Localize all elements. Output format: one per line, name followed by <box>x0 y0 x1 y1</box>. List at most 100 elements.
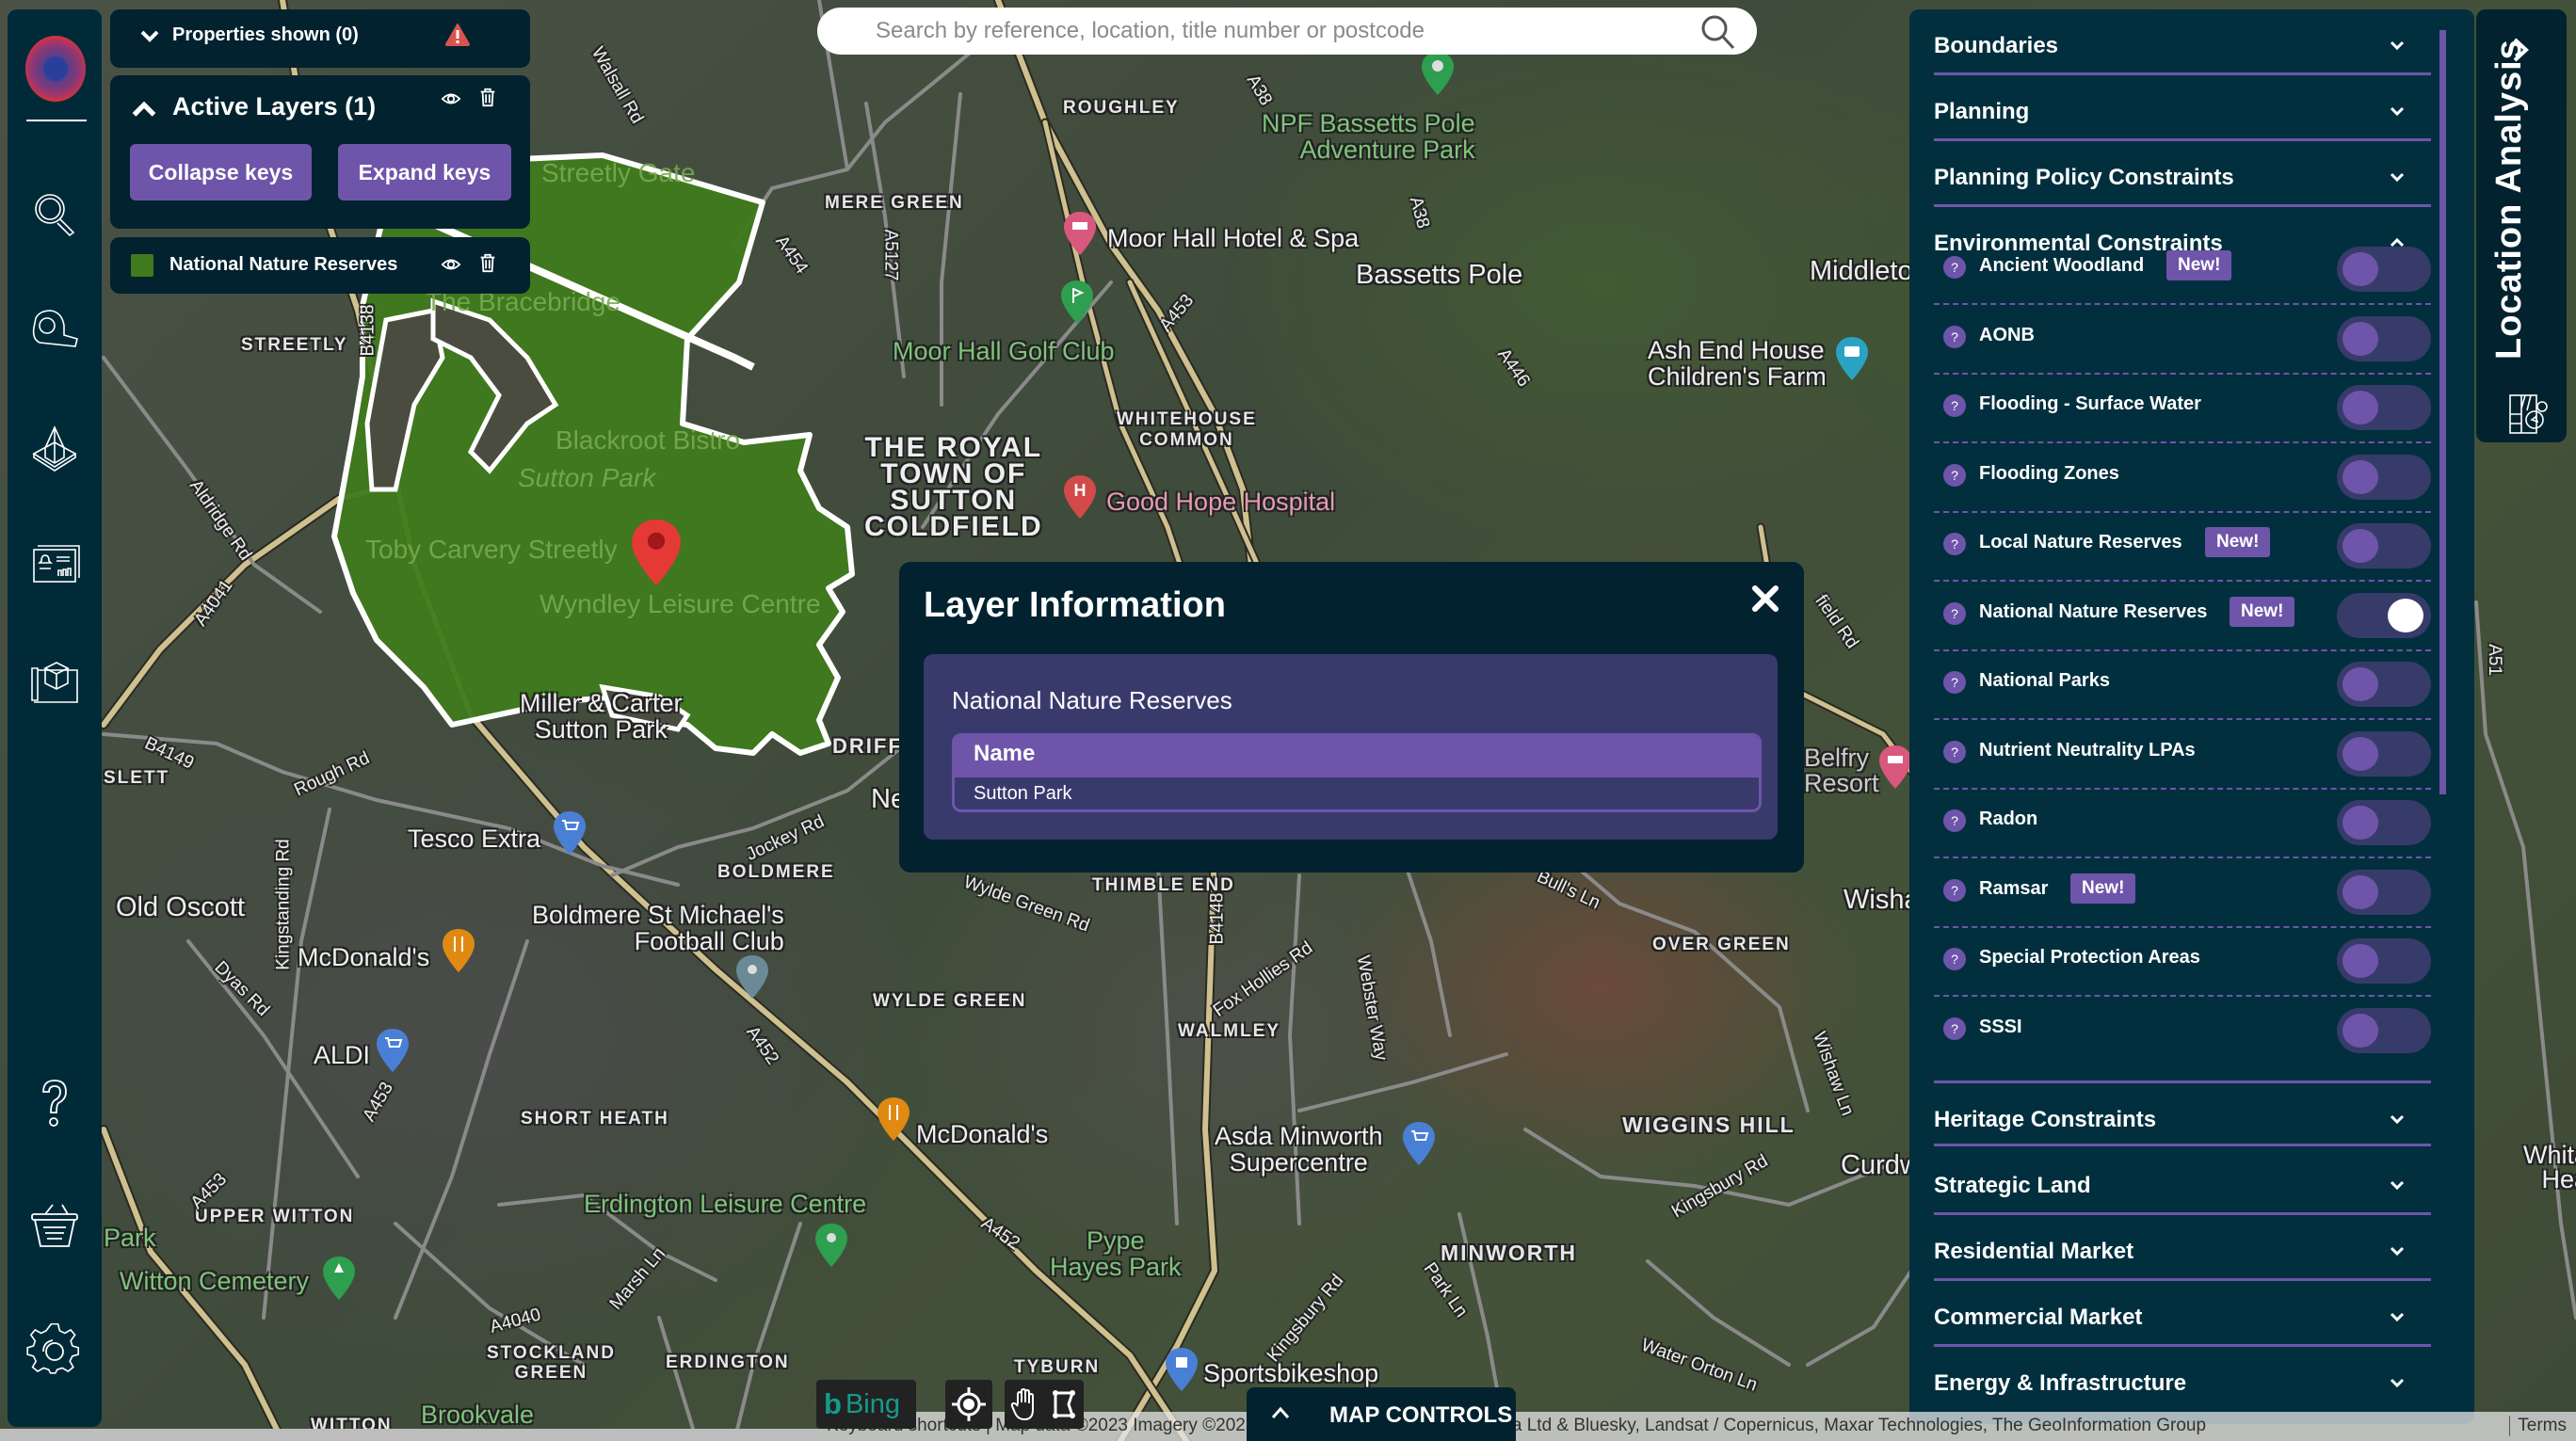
section-planning-policy-constraints[interactable]: Planning Policy Constraints <box>1934 141 2431 207</box>
location-analysis-label: Location Analysis <box>2489 39 2529 360</box>
layer-toggle[interactable] <box>2337 454 2431 500</box>
expand-keys-button[interactable]: Expand keys <box>338 144 511 200</box>
help-icon[interactable]: ? <box>1943 601 1966 625</box>
sidebar-item-site[interactable] <box>24 418 85 478</box>
hotel-pin-icon[interactable] <box>1879 745 1911 789</box>
chevron-down-icon[interactable] <box>138 24 161 47</box>
warning-triangle-icon[interactable] <box>445 24 470 46</box>
bottom-strip <box>0 1429 819 1441</box>
shopping-pin-icon[interactable] <box>1403 1122 1435 1165</box>
help-icon[interactable]: ? <box>1943 740 1966 763</box>
map-controls-button[interactable]: MAP CONTROLS <box>1247 1387 1516 1441</box>
help-icon[interactable]: ? <box>1943 809 1966 832</box>
search-icon[interactable] <box>1699 13 1736 51</box>
map-label: Asda Minworth Supercentre <box>1215 1122 1383 1177</box>
active-layer-item[interactable]: National Nature Reserves <box>110 237 530 294</box>
active-layer-name: National Nature Reserves <box>169 254 398 275</box>
scrollbar[interactable] <box>2439 30 2446 794</box>
section-heritage-constraints[interactable]: Heritage Constraints <box>1934 1081 2431 1146</box>
help-icon[interactable]: ? <box>1943 394 1966 417</box>
restaurant-pin-icon[interactable] <box>877 1097 910 1141</box>
tape-measure-icon <box>32 310 78 347</box>
place-pin-icon[interactable] <box>736 955 768 999</box>
help-icon[interactable]: ? <box>1943 325 1966 348</box>
location-analysis-tab[interactable]: Location Analysis <box>2476 9 2567 442</box>
park-pin-icon[interactable] <box>815 1224 847 1267</box>
map-label: Moor Hall Golf Club <box>893 337 1115 365</box>
section-commercial-market[interactable]: Commercial Market <box>1934 1281 2431 1347</box>
trash-icon[interactable] <box>477 87 498 107</box>
chevron-down-icon <box>2390 106 2405 117</box>
shopping-pin-icon[interactable] <box>377 1029 409 1072</box>
map-label: STREETLY <box>241 335 348 355</box>
section-boundaries[interactable]: Boundaries <box>1934 9 2431 75</box>
trash-icon[interactable] <box>477 252 498 273</box>
toggle-knob <box>2388 598 2423 632</box>
layer-toggle[interactable] <box>2337 662 2431 707</box>
layer-toggle[interactable] <box>2337 315 2431 361</box>
layer-toggle[interactable] <box>2337 592 2431 638</box>
help-icon[interactable]: ? <box>1943 533 1966 555</box>
sidebar-item-plans[interactable] <box>24 651 85 712</box>
layer-toggle[interactable] <box>2337 730 2431 777</box>
shopping-pin-icon[interactable] <box>554 811 586 855</box>
layer-toggle[interactable] <box>2337 800 2431 845</box>
layer-toggle[interactable] <box>2337 1007 2431 1053</box>
layer-label: National Parks <box>1979 670 2110 691</box>
pan-hand-icon[interactable] <box>1010 1387 1038 1421</box>
close-icon[interactable] <box>1749 583 1781 615</box>
search-input[interactable] <box>876 15 1657 47</box>
layer-label: Flooding Zones <box>1979 462 2119 484</box>
layer-row: ? Ramsar New! <box>1934 858 2431 928</box>
map-label: Whita Hea <box>2523 1141 2576 1193</box>
hotel-pin-icon[interactable] <box>1064 212 1096 255</box>
table-row: Sutton Park <box>955 777 1759 809</box>
crosshair-icon <box>952 1387 986 1421</box>
layer-toggle[interactable] <box>2337 247 2431 292</box>
eye-icon[interactable] <box>441 254 461 275</box>
layer-toggle[interactable] <box>2337 385 2431 430</box>
hospital-pin-icon[interactable]: H <box>1064 475 1096 519</box>
cemetery-pin-icon[interactable] <box>323 1257 355 1300</box>
layer-toggle[interactable] <box>2337 938 2431 984</box>
help-icon[interactable]: ? <box>1943 1017 1966 1040</box>
layer-toggle[interactable] <box>2337 869 2431 915</box>
chevron-up-icon[interactable] <box>131 96 157 122</box>
locate-me-button[interactable] <box>945 1380 992 1429</box>
help-icon[interactable]: ? <box>1943 463 1966 487</box>
help-icon[interactable]: ? <box>1943 256 1966 279</box>
help-icon[interactable]: ? <box>1943 671 1966 694</box>
sidebar-item-basket[interactable] <box>24 1197 85 1257</box>
layer-info-table: Name Sutton Park <box>952 733 1762 812</box>
golf-pin-icon[interactable] <box>1061 280 1093 324</box>
help-icon[interactable]: ? <box>1943 878 1966 902</box>
section-label: Boundaries <box>1934 33 2059 58</box>
layer-row: ? AONB <box>1934 305 2431 375</box>
selected-location-pin[interactable] <box>632 520 681 585</box>
park-pin-icon[interactable] <box>1422 52 1454 95</box>
attraction-pin-icon[interactable] <box>1836 337 1868 380</box>
app-logo[interactable] <box>25 36 86 102</box>
layer-row: ? Radon <box>1934 789 2431 858</box>
draw-polygon-icon[interactable] <box>1050 1387 1078 1421</box>
section-energy-infrastructure[interactable]: Energy & Infrastructure <box>1934 1347 2431 1413</box>
shop-pin-icon[interactable] <box>1166 1348 1198 1391</box>
map-label: SLETT <box>104 768 170 788</box>
help-icon[interactable]: ? <box>1943 948 1966 970</box>
sidebar-item-help[interactable] <box>24 1073 85 1133</box>
properties-shown-panel[interactable]: Properties shown (0) <box>110 9 530 68</box>
terms-link[interactable]: Terms <box>2509 1416 2567 1436</box>
section-residential-market[interactable]: Residential Market <box>1934 1215 2431 1281</box>
restaurant-pin-icon[interactable] <box>443 929 475 972</box>
sidebar-item-settings[interactable] <box>24 1321 85 1382</box>
sidebar-item-search[interactable] <box>24 184 85 245</box>
layer-toggle[interactable] <box>2337 523 2431 568</box>
section-planning[interactable]: Planning <box>1934 75 2431 141</box>
sidebar-item-alerts[interactable] <box>24 535 85 595</box>
collapse-keys-button[interactable]: Collapse keys <box>130 144 312 200</box>
eye-icon[interactable] <box>441 88 461 109</box>
toggle-knob <box>2343 736 2378 771</box>
sidebar-item-measure[interactable] <box>24 301 85 361</box>
map-label: Ash End House Children's Farm <box>1648 336 1827 391</box>
section-strategic-land[interactable]: Strategic Land <box>1934 1149 2431 1215</box>
